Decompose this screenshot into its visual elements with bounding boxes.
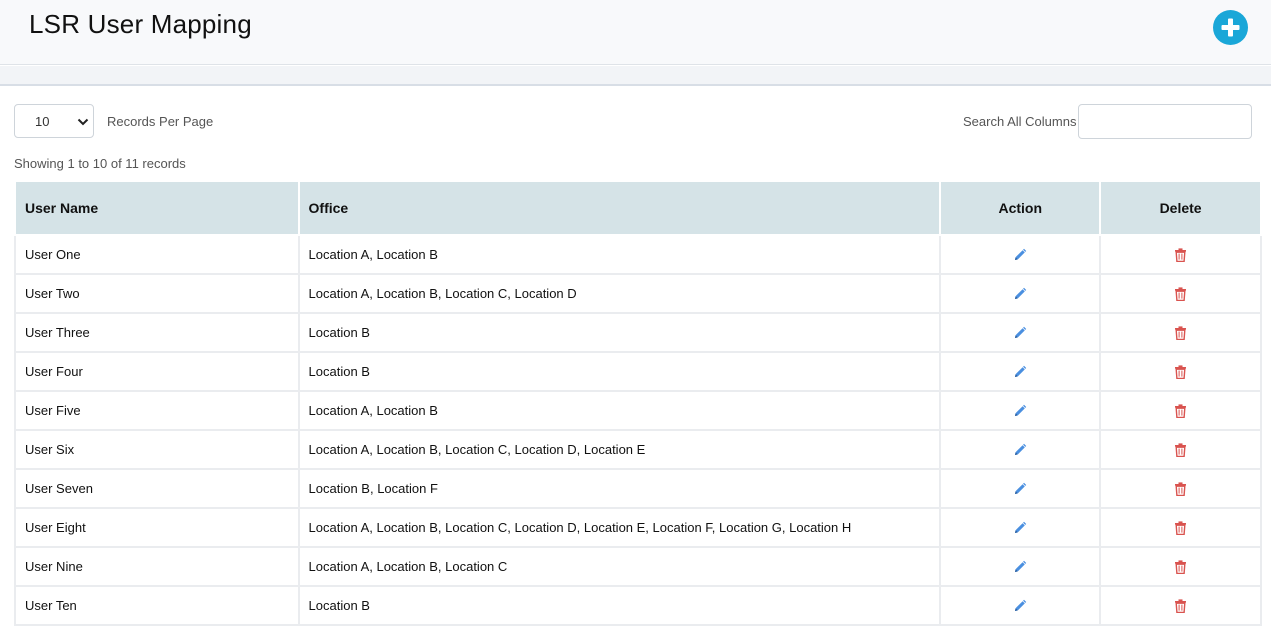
pencil-icon[interactable] <box>1013 521 1027 535</box>
table-row: User Ten Location B <box>14 585 1262 626</box>
plus-circle-icon <box>1221 18 1240 37</box>
delete-cell <box>1099 429 1262 470</box>
table-row: User Four Location B <box>14 351 1262 392</box>
trash-icon[interactable] <box>1174 482 1187 497</box>
user-name-cell: User Six <box>14 429 300 470</box>
pencil-icon[interactable] <box>1013 482 1027 496</box>
trash-icon[interactable] <box>1174 404 1187 419</box>
records-summary: Showing 1 to 10 of 11 records <box>14 156 186 171</box>
page-size-value: 10 <box>35 114 50 129</box>
user-name-cell: User Eight <box>14 507 300 548</box>
trash-icon[interactable] <box>1174 521 1187 536</box>
action-cell <box>939 429 1102 470</box>
user-name-cell: User Nine <box>14 546 300 587</box>
pencil-icon[interactable] <box>1013 248 1027 262</box>
column-header-office[interactable]: Office <box>297 180 942 236</box>
table-row: User Seven Location B, Location F <box>14 468 1262 509</box>
page-title: LSR User Mapping <box>29 9 252 39</box>
column-header-action: Action <box>939 180 1102 236</box>
table-row: User Five Location A, Location B <box>14 390 1262 431</box>
table-row: User Three Location B <box>14 312 1262 353</box>
action-cell <box>939 507 1102 548</box>
trash-icon[interactable] <box>1174 599 1187 614</box>
trash-icon[interactable] <box>1174 248 1187 263</box>
delete-cell <box>1099 468 1262 509</box>
table-header-row: User Name Office Action Delete <box>14 180 1262 236</box>
user-name-cell: User Three <box>14 312 300 353</box>
page-size-select[interactable]: 10 <box>14 104 94 138</box>
trash-icon[interactable] <box>1174 326 1187 341</box>
user-name-cell: User Seven <box>14 468 300 509</box>
trash-icon[interactable] <box>1174 560 1187 575</box>
trash-icon[interactable] <box>1174 443 1187 458</box>
search-label: Search All Columns <box>963 114 1077 129</box>
pencil-icon[interactable] <box>1013 599 1027 613</box>
office-cell: Location A, Location B, Location C <box>297 546 942 587</box>
office-cell: Location A, Location B, Location C, Loca… <box>297 429 942 470</box>
delete-cell <box>1099 351 1262 392</box>
records-per-page-label: Records Per Page <box>107 114 214 129</box>
user-mapping-table: User Name Office Action Delete User One L… <box>14 180 1262 626</box>
office-cell: Location A, Location B, Location C, Loca… <box>297 507 942 548</box>
action-cell <box>939 234 1102 275</box>
pencil-icon[interactable] <box>1013 287 1027 301</box>
column-header-user-name[interactable]: User Name <box>14 180 300 236</box>
office-cell: Location B <box>297 585 942 626</box>
trash-icon[interactable] <box>1174 365 1187 380</box>
chevron-down-icon <box>77 118 89 126</box>
action-cell <box>939 546 1102 587</box>
column-header-delete: Delete <box>1099 180 1262 236</box>
delete-cell <box>1099 507 1262 548</box>
action-cell <box>939 468 1102 509</box>
table-row: User One Location A, Location B <box>14 234 1262 275</box>
office-cell: Location A, Location B, Location C, Loca… <box>297 273 942 314</box>
delete-cell <box>1099 273 1262 314</box>
search-input[interactable] <box>1078 104 1252 139</box>
pencil-icon[interactable] <box>1013 326 1027 340</box>
pencil-icon[interactable] <box>1013 365 1027 379</box>
action-cell <box>939 390 1102 431</box>
action-cell <box>939 351 1102 392</box>
table-row: User Nine Location A, Location B, Locatio… <box>14 546 1262 587</box>
office-cell: Location B <box>297 312 942 353</box>
delete-cell <box>1099 234 1262 275</box>
pencil-icon[interactable] <box>1013 404 1027 418</box>
user-name-cell: User Ten <box>14 585 300 626</box>
delete-cell <box>1099 585 1262 626</box>
page-header: LSR User Mapping <box>0 0 1271 65</box>
user-name-cell: User One <box>14 234 300 275</box>
action-cell <box>939 273 1102 314</box>
table-row: User Eight Location A, Location B, Locati… <box>14 507 1262 548</box>
delete-cell <box>1099 390 1262 431</box>
pencil-icon[interactable] <box>1013 443 1027 457</box>
pencil-icon[interactable] <box>1013 560 1027 574</box>
table-row: User Two Location A, Location B, Location… <box>14 273 1262 314</box>
delete-cell <box>1099 546 1262 587</box>
table-row: User Six Location A, Location B, Location… <box>14 429 1262 470</box>
delete-cell <box>1099 312 1262 353</box>
user-name-cell: User Four <box>14 351 300 392</box>
add-mapping-button[interactable] <box>1213 10 1248 45</box>
office-cell: Location B <box>297 351 942 392</box>
user-name-cell: User Five <box>14 390 300 431</box>
office-cell: Location B, Location F <box>297 468 942 509</box>
office-cell: Location A, Location B <box>297 234 942 275</box>
toolbar-strip <box>0 66 1271 86</box>
office-cell: Location A, Location B <box>297 390 942 431</box>
trash-icon[interactable] <box>1174 287 1187 302</box>
action-cell <box>939 585 1102 626</box>
user-name-cell: User Two <box>14 273 300 314</box>
action-cell <box>939 312 1102 353</box>
